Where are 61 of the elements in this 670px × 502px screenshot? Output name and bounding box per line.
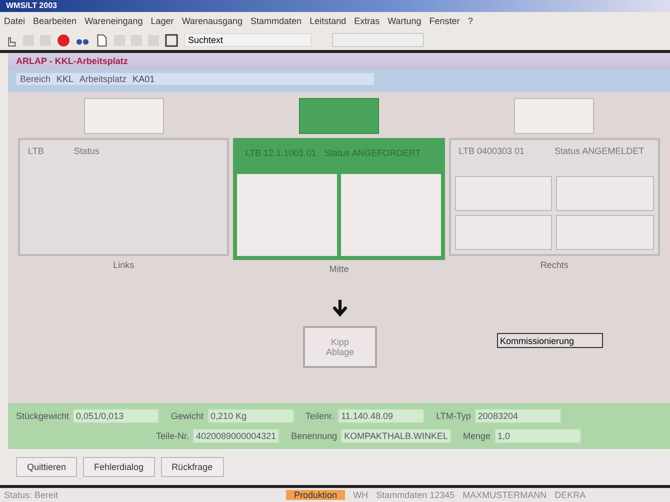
window-title: ARLAP - KKL-Arbeitsplatz xyxy=(16,56,128,66)
field-label: LTM-Typ xyxy=(436,411,471,421)
menu-item[interactable]: Wartung xyxy=(388,16,422,26)
field-label: Stückgewicht xyxy=(16,411,70,421)
carrier-status: Status ANGEMELDET xyxy=(554,146,644,158)
slot-indicator[interactable] xyxy=(84,98,164,134)
carrier-status: Status ANGEFORDERT xyxy=(324,148,421,160)
menu-item[interactable]: ? xyxy=(468,16,473,26)
field-label: Menge xyxy=(463,431,491,441)
status-item: WH xyxy=(353,490,368,500)
record-icon[interactable] xyxy=(57,34,70,46)
mode-field[interactable]: Kommissionierung xyxy=(497,333,603,348)
info-value: 11.140.48.09 xyxy=(338,409,424,423)
window-icon[interactable] xyxy=(165,34,178,46)
field-label: Gewicht xyxy=(171,411,204,421)
document-icon[interactable] xyxy=(95,34,108,46)
app-title: WMS/LT 2003 xyxy=(6,1,57,10)
carrier-status: Status xyxy=(74,146,100,158)
info-value: 4020089000004321 xyxy=(193,429,280,443)
menu-item[interactable]: Leitstand xyxy=(310,16,346,26)
station-label: Kipp xyxy=(330,337,349,347)
menu-item[interactable]: Extras xyxy=(354,16,380,26)
carrier-id: LTB 12.1.1001.01 xyxy=(245,148,316,160)
status-item: DEKRA xyxy=(554,490,586,500)
search-field[interactable]: Suchtext xyxy=(184,33,312,47)
carrier-id: LTB xyxy=(28,146,44,158)
info-value: 1,0 xyxy=(494,429,581,443)
action-button[interactable]: Fehlerdialog xyxy=(83,457,155,477)
field-label: Teilenr. xyxy=(306,411,334,421)
field-value: KKL xyxy=(56,74,74,84)
station-label: Ablage xyxy=(326,347,354,357)
field-label: Arbeitsplatz xyxy=(80,74,127,84)
status-item: MAXMUSTERMANN xyxy=(462,490,547,500)
down-arrow-icon xyxy=(331,298,349,318)
menu-item[interactable]: Stammdaten xyxy=(250,16,302,26)
slot-indicator[interactable] xyxy=(298,98,379,134)
menu-item[interactable]: Wareneingang xyxy=(84,16,143,26)
field-value: KA01 xyxy=(132,74,155,84)
menu-item[interactable]: Lager xyxy=(150,16,174,26)
menu-item[interactable]: Bearbeiten xyxy=(33,16,77,26)
slot-label: Mitte xyxy=(329,263,349,276)
status-item: Status: Bereit xyxy=(4,490,58,500)
status-item: Stammdaten 12345 xyxy=(376,490,455,500)
slot-label: Links xyxy=(113,259,134,272)
info-value: 0,210 Kg xyxy=(208,409,294,423)
dropdown-field[interactable] xyxy=(332,33,424,47)
info-value: KOMPAKTHALB.WINKEL xyxy=(341,429,452,443)
menu-item[interactable]: Fenster xyxy=(429,16,460,26)
field-label: Teile-Nr. xyxy=(156,431,190,441)
menu-item[interactable]: Warenausgang xyxy=(182,16,243,26)
info-value: 0,051/0,013 xyxy=(73,409,160,423)
action-button[interactable]: Rückfrage xyxy=(160,457,224,477)
field-label: Benennung xyxy=(291,431,338,441)
slot-label: Rechts xyxy=(540,259,568,272)
carrier-id: LTB 0400303 01 xyxy=(458,146,525,158)
action-button[interactable]: Quittieren xyxy=(16,457,78,477)
menu-item[interactable]: Datei xyxy=(4,16,26,26)
info-value: 20083204 xyxy=(474,409,561,423)
field-label: Bereich xyxy=(20,74,51,84)
status-item: Produktion xyxy=(286,490,346,500)
slot-indicator[interactable] xyxy=(514,98,594,134)
